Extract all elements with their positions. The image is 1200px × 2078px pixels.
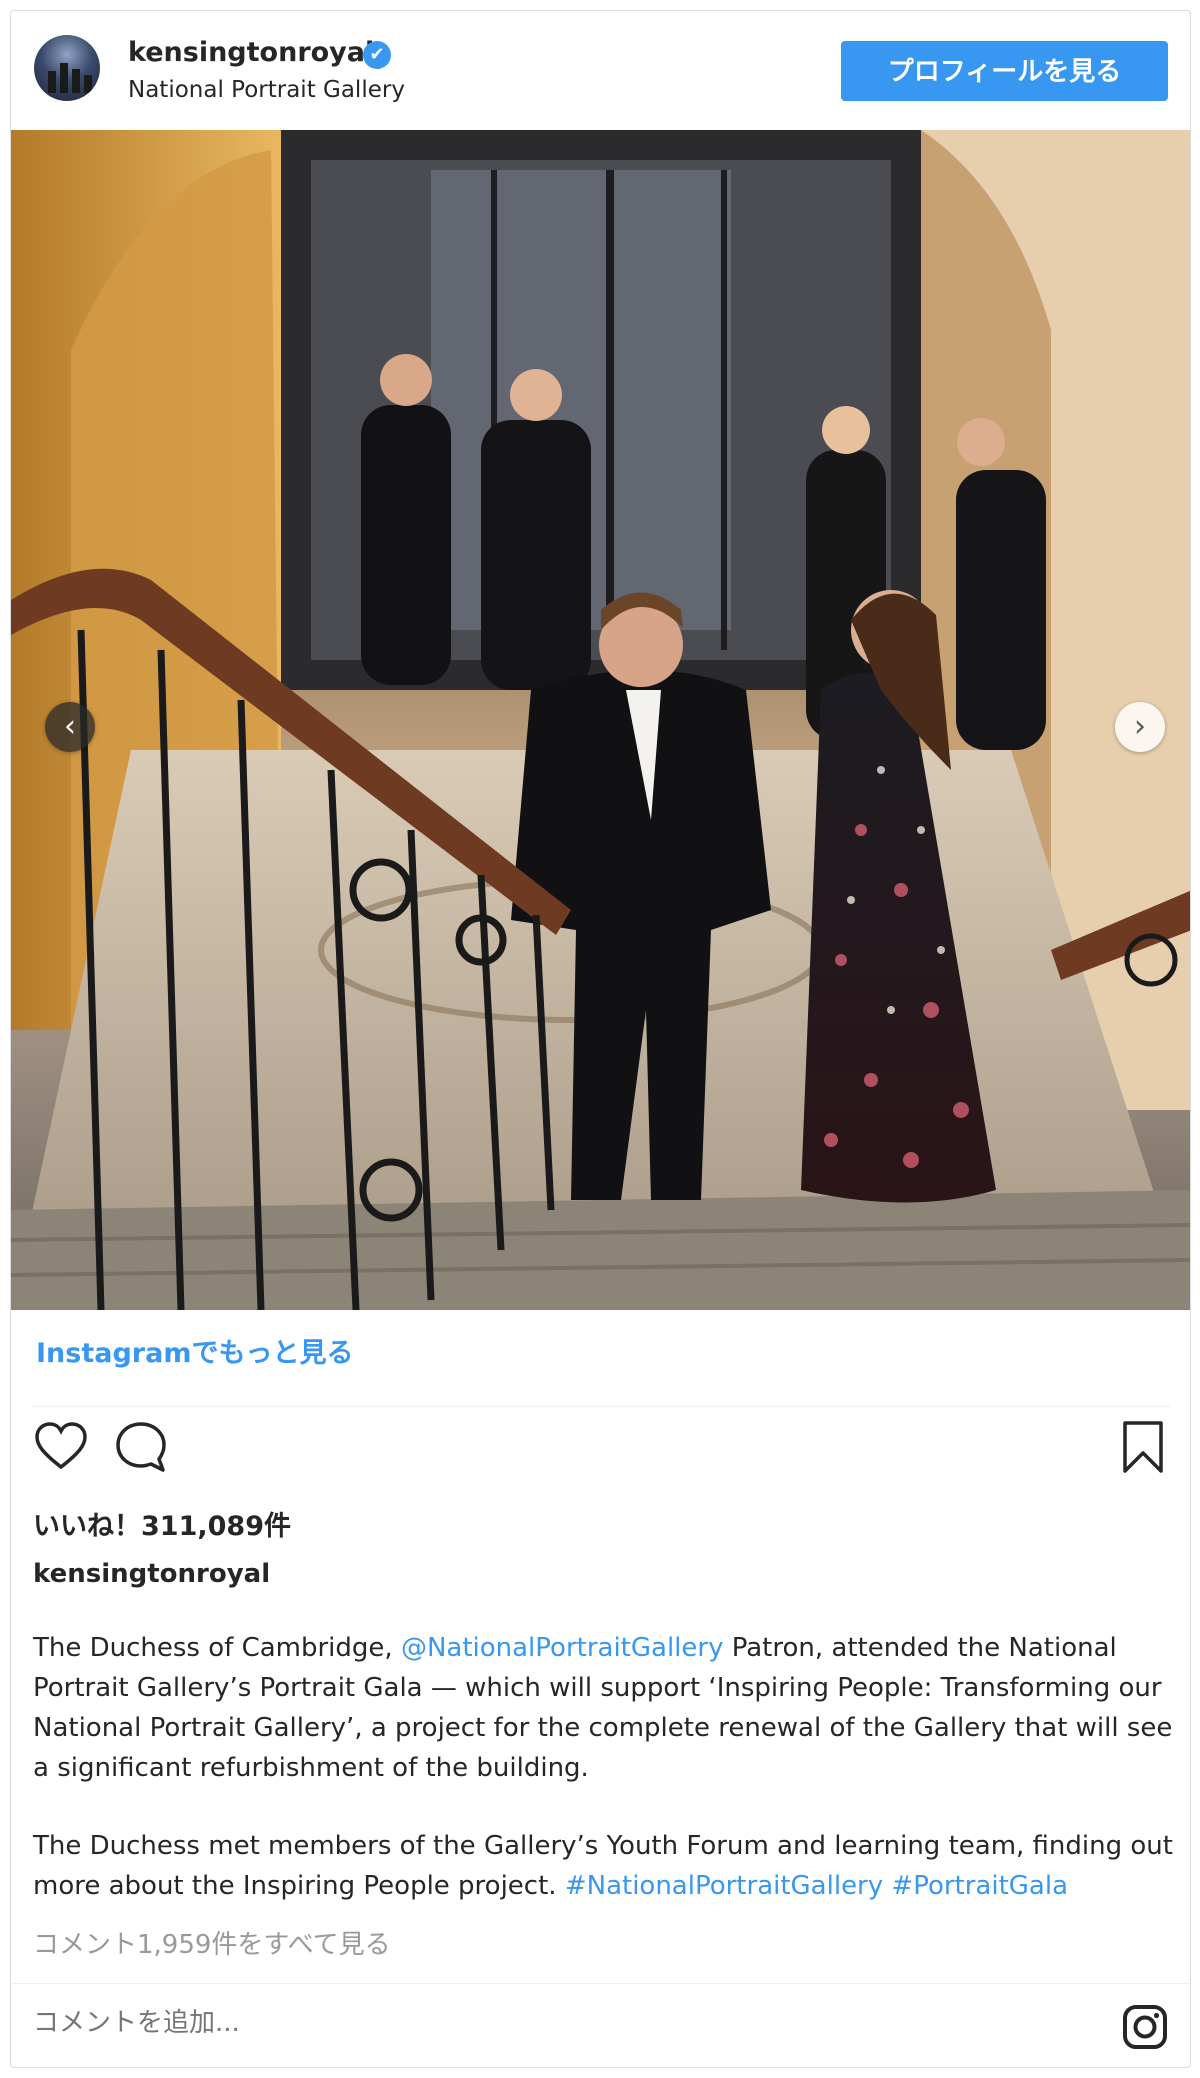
caption-paragraph: The Duchess of Cambridge, @NationalPortr… [33,1628,1173,1788]
comment-bubble-icon[interactable] [113,1419,169,1475]
avatar-silhouette [84,75,92,93]
post-header: kensingtonroyal ✔ National Portrait Gall… [11,11,1190,130]
avatar-silhouette [48,71,56,93]
avatar[interactable] [34,35,100,101]
more-on-instagram-link[interactable]: Instagramでもっと見る [36,1331,353,1370]
verified-badge-icon: ✔ [363,41,391,69]
avatar-silhouette [72,69,80,93]
caption-text: The Duchess of Cambridge, @NationalPortr… [33,1628,1173,1944]
heart-icon[interactable] [33,1419,89,1475]
post-photo[interactable]: ‹ › [11,130,1190,1310]
hashtag-link[interactable]: #NationalPortraitGallery [565,1871,883,1901]
hashtag-link[interactable]: #PortraitGala [891,1871,1068,1901]
likes-count[interactable]: いいね！311,089件 [33,1504,291,1543]
carousel-prev-button[interactable]: ‹ [45,702,95,752]
caption-text-segment: The Duchess of Cambridge, [33,1633,401,1663]
caption-paragraph: The Duchess met members of the Gallery’s… [33,1826,1173,1906]
instagram-logo-icon[interactable] [1122,2004,1168,2050]
view-all-comments-link[interactable]: コメント1,959件をすべて見る [33,1924,391,1961]
caption-username[interactable]: kensingtonroyal [33,1559,270,1589]
add-comment-bar [11,1983,1190,2067]
view-profile-button[interactable]: プロフィールを見る [841,41,1168,101]
post-actions-bar [11,1419,1190,1479]
header-username[interactable]: kensingtonroyal [128,37,374,68]
avatar-silhouette [60,63,68,93]
instagram-embed-card: kensingtonroyal ✔ National Portrait Gall… [10,10,1191,2068]
comment-input[interactable] [33,2008,933,2038]
carousel-next-button[interactable]: › [1115,702,1165,752]
divider [33,1406,1170,1407]
bookmark-icon[interactable] [1115,1419,1171,1475]
mention-link[interactable]: @NationalPortraitGallery [401,1633,724,1663]
header-location[interactable]: National Portrait Gallery [128,77,405,103]
photo-illustration [11,130,1190,1310]
